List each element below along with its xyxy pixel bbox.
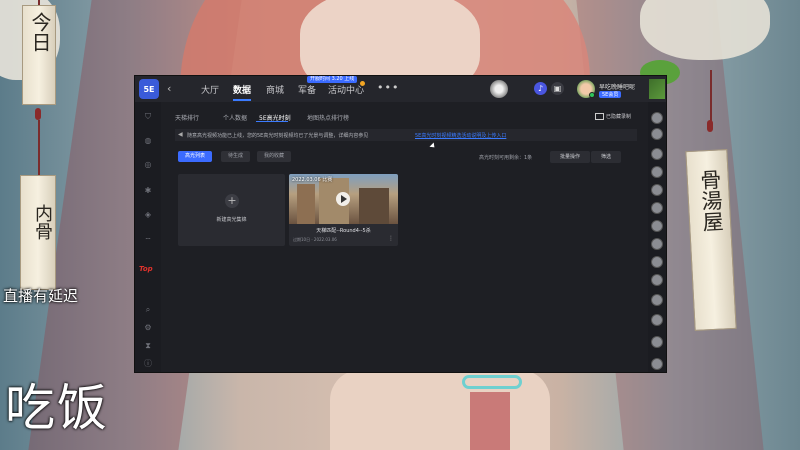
friends-sidebar <box>648 102 666 372</box>
left-sidebar: ⛉ ◍ ◎ ✱ ◈ ⌔ Top ⌕ ⚙ ⧗ ⓘ <box>135 102 161 372</box>
app-window: 5E ‹ 大厅 数据 商城 军备 开服时间 3.20 上线 活动中心 ••• ♪… <box>134 75 667 373</box>
hourglass-icon[interactable]: ⧗ <box>143 341 153 351</box>
filter-button[interactable]: 筛选 <box>591 151 622 163</box>
skull-icon[interactable]: ✱ <box>143 186 153 196</box>
friend-avatar[interactable] <box>651 220 663 232</box>
nav-data[interactable]: 数据 <box>233 83 251 96</box>
batch-operation-button[interactable]: 批量操作 <box>550 151 591 163</box>
nav-active-underline <box>233 99 251 101</box>
search-icon[interactable]: ⌕ <box>143 305 153 315</box>
nav-lobby[interactable]: 大厅 <box>201 83 219 96</box>
video-thumbnail[interactable]: 2022.03.06 比赛 <box>289 174 398 224</box>
back-arrow-icon[interactable]: ‹ <box>167 82 171 95</box>
info-icon[interactable]: ⓘ <box>143 359 153 369</box>
chart-icon[interactable]: ◈ <box>143 210 153 220</box>
friend-avatar[interactable] <box>651 166 663 178</box>
mouse-cursor-icon <box>429 142 437 150</box>
subtab-active-underline <box>256 121 288 122</box>
bell-icon[interactable]: ♪ <box>534 82 547 95</box>
more-icon[interactable]: ••• <box>377 81 399 94</box>
thumbnail-building <box>359 188 389 224</box>
wooden-tablet-left-bottom: 内骨 <box>20 175 56 290</box>
signal-icon[interactable]: ⌔ <box>143 236 153 246</box>
shield-icon[interactable]: ⛉ <box>143 112 153 122</box>
skull-decoration-right <box>640 0 770 60</box>
nav-events[interactable]: 活动中心 <box>328 83 364 96</box>
friend-avatar[interactable] <box>651 184 663 196</box>
speaker-icon: ◀ <box>178 131 183 138</box>
tablet-bead <box>35 108 41 120</box>
thumbnail-building <box>297 184 315 224</box>
top-navigation-bar: 5E ‹ 大厅 数据 商城 军备 开服时间 3.20 上线 活动中心 ••• ♪… <box>135 76 666 102</box>
video-card[interactable]: 2022.03.06 比赛 天梯匹配--Round4--5杀 过期10日 · 2… <box>289 174 398 246</box>
tablet-string <box>38 120 40 175</box>
online-status-dot <box>589 92 595 98</box>
notice-text: 随意高光视频功能已上线，您的5E高光时刻视频均已了光景与调整，详细内容参见 <box>187 133 369 139</box>
app-logo[interactable]: 5E <box>139 79 159 99</box>
event-badge: 开服时间 3.20 上线 <box>307 76 358 83</box>
friend-avatar[interactable] <box>651 358 663 370</box>
notification-dot <box>360 81 365 86</box>
friend-avatar[interactable] <box>651 148 663 160</box>
member-tag: 5E会员 <box>599 91 622 98</box>
record-toggle-button[interactable]: 已隐藏录制 <box>595 113 631 120</box>
rank-emblem-icon[interactable] <box>490 80 508 98</box>
tab-personal-data[interactable]: 个人数据 <box>223 113 247 122</box>
tablet-text: 今日 <box>28 12 52 52</box>
globe-icon[interactable]: ◍ <box>143 136 153 146</box>
friend-avatar[interactable] <box>651 314 663 326</box>
new-highlight-card[interactable]: + 新建高光集锦 <box>178 174 285 246</box>
video-date: 2022.03.06 比赛 <box>292 177 333 183</box>
settings-icon[interactable]: ⚙ <box>143 323 153 333</box>
eating-caption: 吃饭 <box>5 379 109 437</box>
window-controls[interactable] <box>649 79 665 99</box>
friend-avatar[interactable] <box>651 256 663 268</box>
wooden-tablet-left-top: 今日 <box>22 5 56 105</box>
plus-icon: + <box>225 194 239 208</box>
notice-link[interactable]: 5E高光时刻视频精选活动说明及上传入口 <box>415 132 506 139</box>
friend-avatar[interactable] <box>651 274 663 286</box>
video-title: 天梯匹配--Round4--5杀 <box>316 228 371 234</box>
notice-banner: ◀ 随意高光视频功能已上线，您的5E高光时刻视频均已了光景与调整，详细内容参见 … <box>175 129 637 141</box>
target-icon[interactable]: ◎ <box>143 160 153 170</box>
friend-avatar[interactable] <box>651 238 663 250</box>
tablet-text: 骨湯屋 <box>697 168 725 233</box>
stream-delay-caption: 直播有延迟 <box>3 287 79 305</box>
new-highlight-label: 新建高光集锦 <box>216 217 247 223</box>
friend-avatar[interactable] <box>651 294 663 306</box>
filter-pending[interactable]: 待生成 <box>221 151 251 162</box>
video-meta: 过期10日 · 2022.03.06 <box>293 237 337 242</box>
tab-ladder[interactable]: 天梯排行 <box>175 113 199 122</box>
friend-avatar[interactable] <box>651 202 663 214</box>
friend-avatar[interactable] <box>651 336 663 348</box>
tablet-text: 内骨 <box>32 204 53 240</box>
filter-favorites[interactable]: 我的收藏 <box>257 151 292 162</box>
friend-avatar[interactable] <box>651 128 663 140</box>
nav-shop[interactable]: 商城 <box>266 83 284 96</box>
friend-avatar[interactable] <box>651 112 663 124</box>
tab-map-hotspot[interactable]: 地图热点排行榜 <box>307 113 349 122</box>
play-icon[interactable] <box>336 192 350 206</box>
top-logo-icon[interactable]: Top <box>139 265 153 273</box>
tablet-bead <box>707 120 713 132</box>
character-sash <box>470 392 510 450</box>
filter-highlight-list[interactable]: 高光列表 <box>178 151 213 162</box>
shop-bag-icon[interactable]: ▣ <box>551 82 564 95</box>
character-ribbon <box>462 375 522 389</box>
nav-armory[interactable]: 军备 <box>298 83 316 96</box>
more-options-icon[interactable]: ⋮ <box>388 235 394 242</box>
highlight-quota: 高光时刻可用剩余：1条 <box>479 155 533 161</box>
user-name[interactable]: 早吃晚睡吧呢 <box>599 82 635 91</box>
